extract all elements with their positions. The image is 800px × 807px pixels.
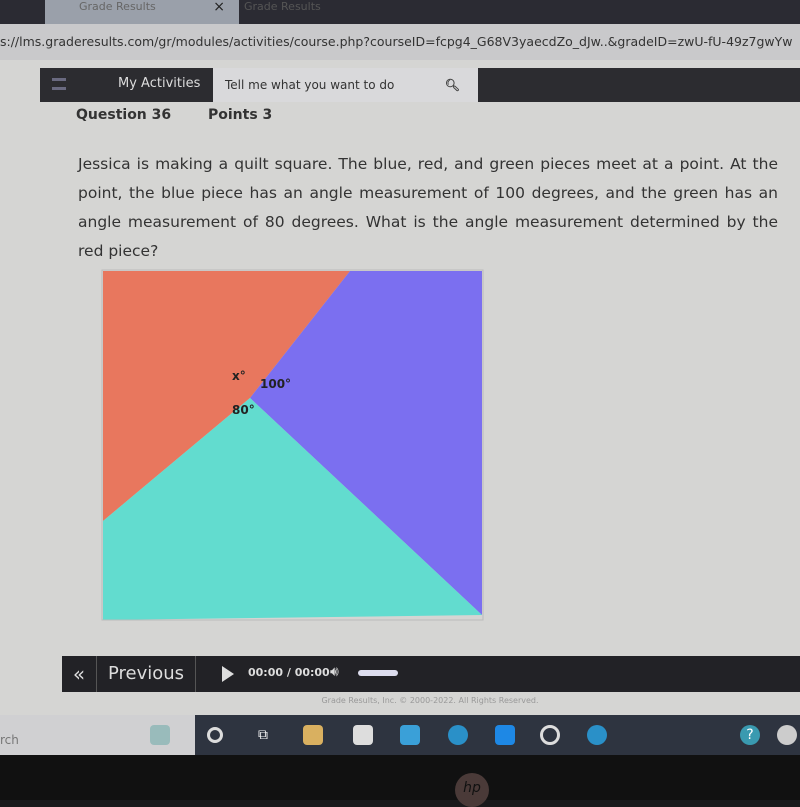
red-angle-label: x°: [232, 369, 246, 383]
edge-icon[interactable]: [448, 725, 468, 745]
cortana-icon[interactable]: [207, 727, 223, 743]
mail-icon[interactable]: [400, 725, 420, 745]
browser-tab-bar: Grade Results × Grade Results: [0, 0, 800, 24]
laptop-bezel: hp: [0, 755, 800, 807]
weather-widget-icon[interactable]: [150, 725, 170, 745]
search-input[interactable]: Tell me what you want to do 🔍︎: [213, 68, 478, 102]
dropbox-icon[interactable]: [495, 725, 515, 745]
media-player-bar: « Previous 00:00 / 00:00 🔊︎: [62, 656, 800, 692]
quilt-diagram: x° 100° 80°: [101, 269, 484, 621]
question-points: Points 3: [208, 107, 273, 123]
play-icon[interactable]: [222, 666, 234, 682]
blue-angle-label: 100°: [260, 377, 291, 391]
address-bar[interactable]: s://lms.graderesults.com/gr/modules/acti…: [0, 24, 800, 60]
question-text: Jessica is making a quilt square. The bl…: [78, 155, 778, 260]
taskbar-search[interactable]: rch: [0, 733, 19, 747]
cloud-icon[interactable]: [777, 725, 797, 745]
file-explorer-icon[interactable]: [303, 725, 323, 745]
tab-grade-results-2[interactable]: Grade Results: [210, 0, 404, 24]
search-placeholder: Tell me what you want to do: [225, 78, 395, 92]
edge-beta-icon[interactable]: [587, 725, 607, 745]
volume-icon[interactable]: 🔊︎: [330, 664, 339, 680]
store-icon[interactable]: [353, 725, 373, 745]
my-activities-link[interactable]: My Activities: [118, 76, 200, 91]
hp-logo: hp: [455, 773, 489, 807]
top-nav: My Activities Tell me what you want to d…: [40, 68, 800, 102]
menu-icon[interactable]: [52, 78, 66, 90]
search-icon[interactable]: 🔍︎: [445, 68, 460, 102]
taskbar-apps: ⧉ ?: [195, 715, 800, 755]
tab-label: Grade Results: [244, 0, 321, 13]
taskbar: rch ⧉ ?: [0, 715, 800, 755]
volume-slider[interactable]: [358, 670, 398, 676]
question-number: Question 36: [76, 107, 172, 123]
tab-label: Grade Results: [79, 0, 156, 13]
previous-label: Previous: [97, 656, 196, 692]
help-icon[interactable]: ?: [740, 725, 760, 745]
time-display: 00:00 / 00:00: [248, 666, 330, 679]
green-angle-label: 80°: [232, 403, 255, 417]
task-view-icon[interactable]: ⧉: [253, 725, 273, 745]
app-icon[interactable]: [540, 725, 560, 745]
previous-button[interactable]: « Previous: [62, 656, 196, 692]
double-chevron-left-icon: «: [62, 656, 97, 692]
page: My Activities Tell me what you want to d…: [0, 60, 800, 715]
copyright: Grade Results, Inc. © 2000-2022. All Rig…: [321, 696, 539, 705]
